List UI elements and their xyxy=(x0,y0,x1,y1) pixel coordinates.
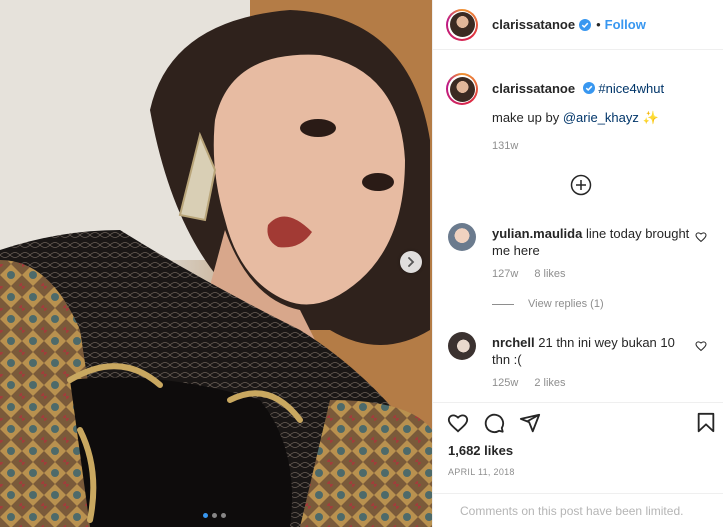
comment-text: nrchell 21 thn ini wey bukan 10 thn :( xyxy=(492,334,692,368)
comment-meta: 125w 2 likes xyxy=(492,377,579,389)
caption-avatar[interactable] xyxy=(446,73,478,105)
caption-mention[interactable]: @arie_khayz xyxy=(563,110,639,125)
post-date[interactable]: APRIL 11, 2018 xyxy=(448,467,515,477)
post-actions: 1,682 likes APRIL 11, 2018 Comments on t… xyxy=(433,402,723,527)
caption-body: make up by xyxy=(492,110,563,125)
chevron-right-icon xyxy=(408,257,415,267)
add-circle-icon[interactable] xyxy=(570,174,592,196)
share-icon[interactable] xyxy=(519,412,541,434)
comment-text: yulian.maulida line today brought me her… xyxy=(492,225,692,259)
comment-icon[interactable] xyxy=(483,412,505,434)
portrait-image xyxy=(0,0,432,527)
caption-hashtag[interactable]: #nice4whut xyxy=(598,81,664,96)
comments-limited-notice: Comments on this post have been limited. xyxy=(433,493,723,527)
comment-timestamp[interactable]: 127w xyxy=(492,268,518,280)
view-replies-button[interactable]: View replies (1) xyxy=(492,298,604,310)
comment-username[interactable]: nrchell xyxy=(492,335,535,350)
carousel-dot xyxy=(212,513,217,518)
comment-avatar[interactable] xyxy=(448,223,476,251)
comment-likes[interactable]: 2 likes xyxy=(534,377,565,389)
verified-badge-icon xyxy=(582,82,595,94)
heart-icon[interactable] xyxy=(695,231,707,243)
author-avatar[interactable] xyxy=(446,8,478,41)
post-photo[interactable] xyxy=(0,0,432,527)
separator-bullet: • xyxy=(596,17,601,32)
follow-button[interactable]: Follow xyxy=(605,17,646,32)
verified-badge-icon xyxy=(579,18,592,31)
replies-divider xyxy=(492,303,514,305)
post-header: clarissatanoe • Follow xyxy=(433,0,723,50)
view-replies-label: View replies (1) xyxy=(528,298,604,310)
bookmark-icon[interactable] xyxy=(695,412,717,434)
likes-count[interactable]: 1,682 likes xyxy=(448,443,513,458)
comment-likes[interactable]: 8 likes xyxy=(534,268,565,280)
caption-timestamp[interactable]: 131w xyxy=(492,140,518,152)
heart-icon[interactable] xyxy=(695,340,707,352)
next-slide-button[interactable] xyxy=(400,251,422,273)
comment-username[interactable]: yulian.maulida xyxy=(492,226,582,241)
comments-section[interactable]: clarissatanoe #nice4whut make up by @ari… xyxy=(433,51,723,402)
caption-text: make up by @arie_khayz ✨ xyxy=(492,110,659,126)
caption-header: clarissatanoe #nice4whut xyxy=(492,80,712,98)
author-username[interactable]: clarissatanoe xyxy=(492,17,575,32)
carousel-dot xyxy=(221,513,226,518)
comment-meta: 127w 8 likes xyxy=(492,268,579,280)
action-icons xyxy=(447,412,717,438)
caption-username[interactable]: clarissatanoe xyxy=(492,81,575,96)
comment-timestamp[interactable]: 125w xyxy=(492,377,518,389)
comment-avatar[interactable] xyxy=(448,332,476,360)
post-caption: clarissatanoe #nice4whut make up by @ari… xyxy=(433,51,723,169)
post-sidebar: clarissatanoe • Follow clarissatanoe #ni… xyxy=(432,0,723,527)
carousel-indicator xyxy=(203,513,226,518)
sparkle-emoji: ✨ xyxy=(642,110,659,125)
carousel-dot xyxy=(203,513,208,518)
heart-icon[interactable] xyxy=(447,412,469,434)
